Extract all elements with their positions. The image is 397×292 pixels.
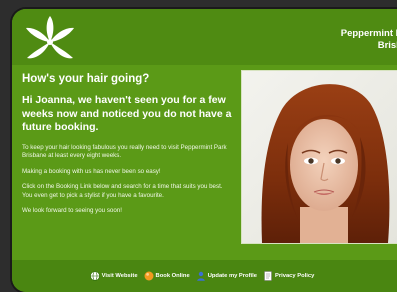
model-photo: [241, 70, 397, 244]
body-paragraph: Making a booking with us has never been …: [22, 167, 161, 175]
update-profile-link[interactable]: Update my Profile: [196, 271, 257, 281]
email-intro: Hi Joanna, we haven't seen you for a few…: [22, 94, 232, 133]
leaf-logo-icon: [26, 16, 74, 59]
orange-ball-icon: [144, 271, 154, 281]
update-profile-label: Update my Profile: [207, 273, 257, 279]
footer-links: Visit Website Book Online Update my Prof…: [12, 260, 397, 292]
visit-website-label: Visit Website: [101, 273, 138, 279]
salon-name-line-1: Peppermint P: [340, 28, 397, 39]
message-content: How's your hair going? Hi Joanna, we hav…: [22, 72, 234, 223]
body-paragraph: Click on the Booking Link below and sear…: [22, 183, 223, 199]
body-paragraph: To keep your hair looking fabulous you r…: [22, 143, 227, 160]
book-online-label: Book Online: [155, 273, 190, 279]
email-headline: How's your hair going?: [22, 73, 150, 85]
document-icon: [264, 271, 272, 281]
visit-website-link[interactable]: Visit Website: [89, 271, 138, 281]
book-online-link[interactable]: Book Online: [144, 271, 190, 281]
header-bar: Peppermint P Brisb: [12, 9, 397, 65]
person-icon: [196, 271, 205, 281]
privacy-policy-link[interactable]: Privacy Policy: [263, 271, 314, 281]
model-portrait-image: [242, 71, 397, 243]
email-card: Peppermint P Brisb How's your hair going…: [12, 9, 397, 292]
body-paragraph: We look forward to seeing you soon!: [22, 207, 122, 214]
globe-icon: [89, 271, 100, 281]
salon-name-line-2: Brisb: [377, 40, 397, 51]
privacy-policy-label: Privacy Policy: [274, 273, 315, 279]
salon-name: Peppermint P Brisb: [341, 28, 397, 52]
